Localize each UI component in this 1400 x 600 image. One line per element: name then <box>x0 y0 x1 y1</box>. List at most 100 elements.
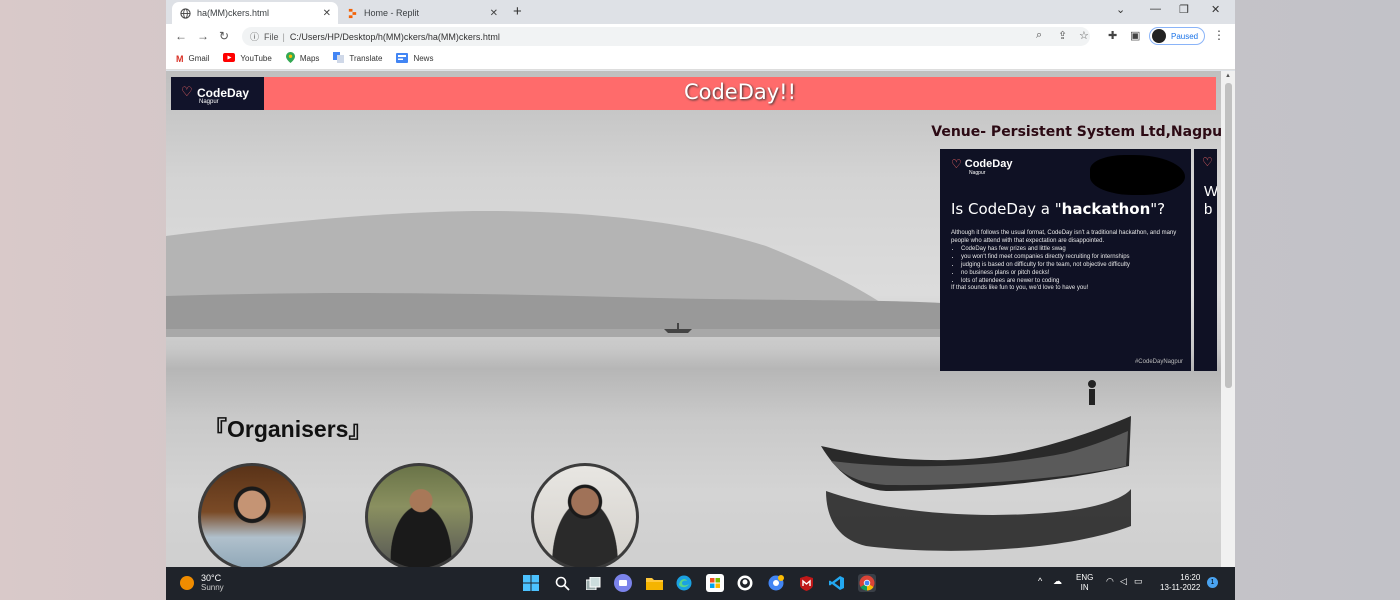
maps-icon <box>285 52 295 65</box>
system-clock[interactable]: 16:20 13-11-2022 <box>1160 573 1200 593</box>
lang-line1: ENG <box>1076 573 1094 582</box>
tab-strip: ha(MM)ckers.html ✕ Home - Replit ✕ + ⌄ —… <box>166 0 1235 24</box>
address-separator: | <box>282 31 285 42</box>
slide2-text-line2: b <box>1204 201 1213 218</box>
logo-name: CodeDay <box>197 86 250 100</box>
page-title: CodeDay!! <box>683 80 797 104</box>
info-slide: ♡ CodeDay Nagpur Is CodeDay a "hackathon… <box>940 149 1191 371</box>
menu-kebab-icon[interactable]: ⋮ <box>1213 28 1225 42</box>
reload-icon[interactable]: ↻ <box>219 29 229 43</box>
globe-icon <box>180 7 191 19</box>
bookmarks-bar: M Gmail YouTube Maps Translate News <box>166 48 1235 70</box>
list-item: you won't find meet companies directly r… <box>961 253 1180 261</box>
organiser-avatar-1[interactable] <box>198 463 306 567</box>
file-explorer-icon[interactable] <box>645 574 663 592</box>
scheme-label: File <box>264 31 279 42</box>
windows-taskbar: 30°C Sunny ^ ☁ ENG IN ◠ ◁ ▭ 16:20 13-11-… <box>166 567 1235 600</box>
side-panel-icon[interactable]: ▣ <box>1130 29 1140 42</box>
vscode-icon[interactable] <box>828 574 846 592</box>
address-bar[interactable]: ⓘ File | C:/Users/HP/Desktop/h(MM)ckers/… <box>242 27 1090 46</box>
replit-icon <box>347 8 358 19</box>
info-icon[interactable]: ⓘ <box>250 30 259 43</box>
share-icon[interactable]: ⇪ <box>1058 29 1067 42</box>
mcafee-icon[interactable] <box>797 574 815 592</box>
restore-icon[interactable]: ❐ <box>1179 3 1189 16</box>
browser-window: ha(MM)ckers.html ✕ Home - Replit ✕ + ⌄ —… <box>166 0 1235 600</box>
bookmark-youtube[interactable]: YouTube <box>223 53 272 64</box>
scrollbar-thumb[interactable] <box>1225 83 1232 388</box>
bookmark-translate[interactable]: Translate <box>333 52 382 65</box>
wifi-icon[interactable]: ◠ <box>1106 576 1114 587</box>
bookmark-maps[interactable]: Maps <box>285 52 319 65</box>
gmail-icon: M <box>176 53 184 64</box>
forward-arrow-icon[interactable]: → <box>197 29 209 43</box>
translate-icon <box>333 52 345 65</box>
list-item: CodeDay has few prizes and little swag <box>961 245 1180 253</box>
url-text[interactable]: C:/Users/HP/Desktop/h(MM)ckers/ha(MM)cke… <box>290 32 500 42</box>
extensions-icon[interactable]: ✚ <box>1108 29 1117 42</box>
teams-chat-icon[interactable] <box>614 574 632 592</box>
scroll-up-icon[interactable]: ▲ <box>1225 73 1231 79</box>
bookmark-news[interactable]: News <box>396 52 434 65</box>
profile-avatar <box>1152 29 1166 43</box>
edge-browser-icon[interactable] <box>675 574 693 592</box>
organisers-heading: 『Organisers』 <box>204 416 372 442</box>
list-item: lots of attendees are newer to coding <box>961 277 1180 285</box>
slide-bullets: CodeDay has few prizes and little swag y… <box>961 245 1180 285</box>
chevron-up-icon[interactable]: ^ <box>1038 576 1042 586</box>
page-viewport: ♡ CodeDay Nagpur CodeDay!! Venue- Persis… <box>166 71 1235 567</box>
organiser-avatar-2[interactable] <box>365 463 473 567</box>
windows-start-icon[interactable] <box>522 574 540 592</box>
slide-closing: If that sounds like fun to you, we'd lov… <box>951 285 1089 291</box>
close-icon[interactable]: ✕ <box>323 8 331 19</box>
tab-hammckers[interactable]: ha(MM)ckers.html ✕ <box>172 2 338 24</box>
bookmark-label: Translate <box>349 54 383 63</box>
browser-toolbar: ← → ↻ ⓘ File | C:/Users/HP/Desktop/h(MM)… <box>166 24 1235 48</box>
page-scrollbar[interactable]: ▲ <box>1221 71 1235 567</box>
slide2-text-line1: W <box>1204 183 1217 200</box>
back-arrow-icon[interactable]: ← <box>175 29 187 43</box>
language-indicator[interactable]: ENG IN <box>1076 573 1093 593</box>
next-slide-peek: ♡ W b <box>1194 149 1217 371</box>
chrome-icon[interactable] <box>858 574 876 592</box>
volume-icon[interactable]: ◁ <box>1120 576 1127 587</box>
weather-widget[interactable]: 30°C Sunny <box>180 573 224 592</box>
store-icon[interactable] <box>706 574 724 592</box>
profile-status: Paused <box>1171 31 1199 41</box>
onedrive-sync-icon[interactable]: ☁ <box>1053 576 1062 587</box>
tab-title: Home - Replit <box>364 8 420 18</box>
heart-icon: ♡ <box>951 157 962 171</box>
weather-condition: Sunny <box>201 583 224 592</box>
news-icon <box>396 52 409 65</box>
bookmark-label: Gmail <box>188 54 210 63</box>
organiser-avatar-3[interactable] <box>531 463 639 567</box>
slide-hashtag: #CodeDayNagpur <box>1134 359 1183 365</box>
minimize-icon[interactable]: — <box>1150 3 1161 15</box>
list-item: no business plans or pitch decks! <box>961 269 1180 277</box>
weather-temp: 30°C <box>201 573 222 583</box>
zoom-icon[interactable]: ⌕ <box>1036 29 1042 42</box>
github-desktop-icon[interactable] <box>736 574 754 592</box>
slide-logo-name: CodeDay <box>964 158 1013 170</box>
tab-replit[interactable]: Home - Replit ✕ <box>339 2 505 24</box>
logo-city: Nagpur <box>199 99 219 105</box>
bookmark-label: News <box>413 54 434 63</box>
tab-search-chevron-icon[interactable]: ⌄ <box>1116 3 1125 16</box>
heart-icon: ♡ <box>181 84 193 99</box>
search-icon[interactable] <box>553 574 571 592</box>
bookmark-star-icon[interactable]: ☆ <box>1079 29 1089 42</box>
close-icon[interactable]: ✕ <box>490 8 498 19</box>
new-tab-icon[interactable]: + <box>513 3 522 20</box>
bookmark-gmail[interactable]: M Gmail <box>176 54 209 64</box>
youtube-icon <box>223 53 236 64</box>
profile-button[interactable]: Paused <box>1149 27 1205 45</box>
sun-icon <box>180 575 194 590</box>
question-post: "? <box>1150 200 1166 218</box>
window-close-icon[interactable]: ✕ <box>1211 3 1220 16</box>
task-view-icon[interactable] <box>584 574 602 592</box>
bookmark-label: YouTube <box>240 54 272 63</box>
chrome-canary-icon[interactable] <box>767 574 785 592</box>
notification-badge[interactable]: 1 <box>1207 577 1218 588</box>
battery-icon[interactable]: ▭ <box>1134 576 1143 587</box>
codeday-logo[interactable]: ♡ CodeDay Nagpur <box>171 77 264 110</box>
